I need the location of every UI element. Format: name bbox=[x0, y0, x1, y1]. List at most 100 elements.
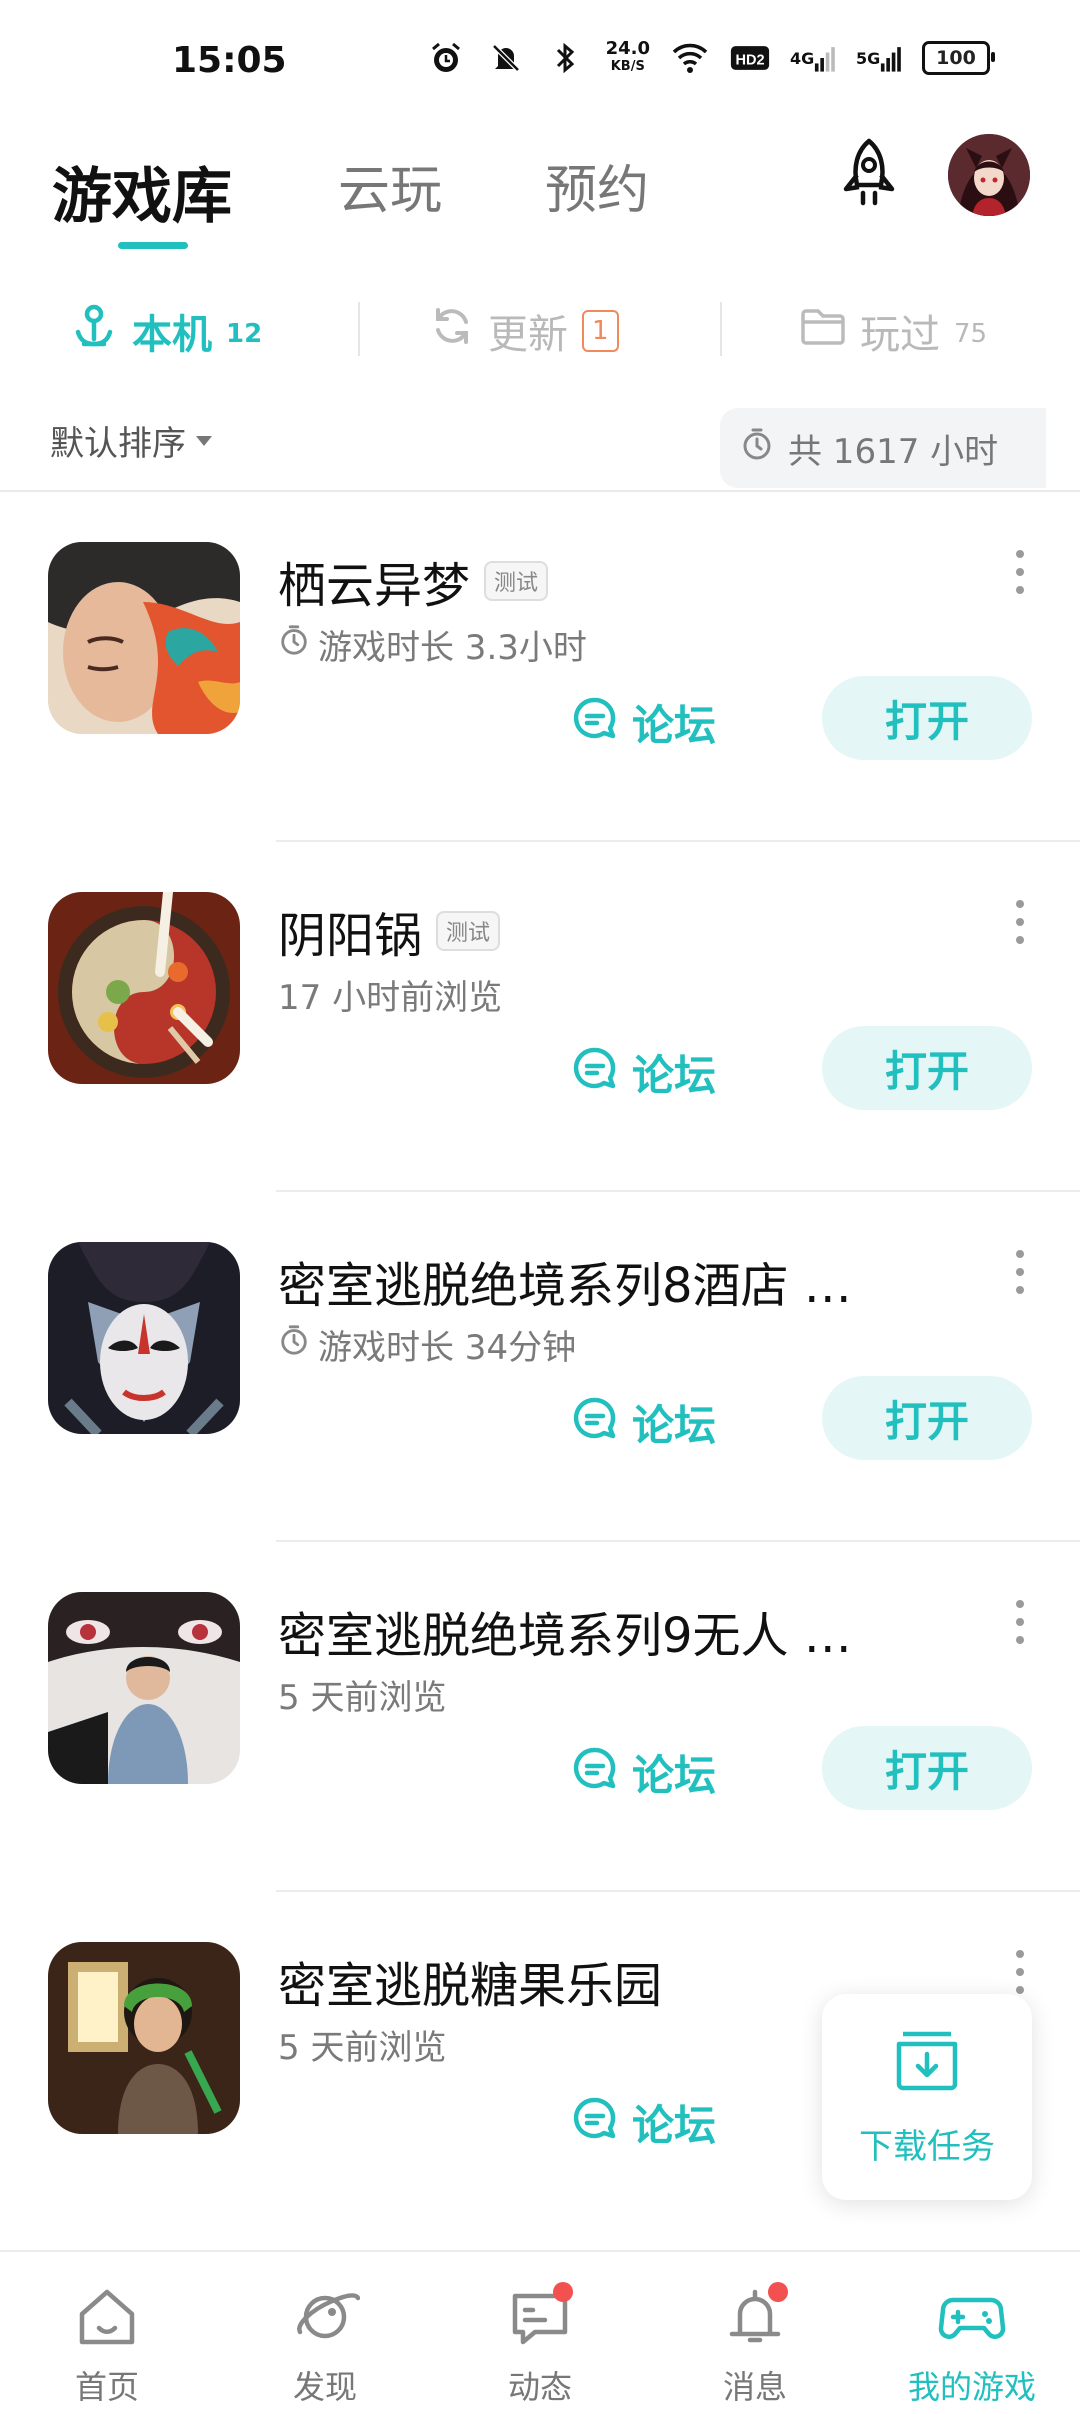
forum-button[interactable]: 论坛 bbox=[572, 1042, 716, 1103]
net2-label: 5G bbox=[856, 48, 881, 68]
tab-game-library[interactable]: 游戏库 bbox=[52, 148, 232, 235]
nav-home[interactable]: 首页 bbox=[7, 2282, 207, 2408]
game-list-item[interactable]: 栖云异梦 测试 游戏时长 3.3小时 论坛 打开 bbox=[0, 492, 1080, 842]
tab-cloud-play[interactable]: 云玩 bbox=[338, 148, 442, 223]
chat-icon bbox=[505, 2282, 575, 2352]
subtab-played-count: 75 bbox=[954, 319, 988, 349]
game-title-row: 密室逃脱绝境系列9无人 … bbox=[278, 1596, 852, 1666]
more-options-icon[interactable] bbox=[1014, 1950, 1026, 1994]
game-meta-text: 游戏时长 3.3小时 bbox=[318, 628, 587, 668]
nav-my-games-label: 我的游戏 bbox=[907, 2368, 1036, 2406]
nav-feed-label: 动态 bbox=[507, 2368, 572, 2406]
game-icon[interactable] bbox=[48, 1592, 240, 1784]
timer-icon bbox=[278, 1324, 310, 1365]
nav-discover[interactable]: 发现 bbox=[225, 2282, 425, 2408]
more-options-icon[interactable] bbox=[1014, 1250, 1026, 1294]
subtab-played[interactable]: 玩过 75 bbox=[800, 302, 987, 360]
game-title: 密室逃脱绝境系列9无人 … bbox=[278, 1608, 852, 1664]
subtab-played-label: 玩过 bbox=[860, 312, 940, 358]
alarm-icon bbox=[426, 38, 466, 78]
game-icon[interactable] bbox=[48, 1942, 240, 2134]
nav-my-games[interactable]: 我的游戏 bbox=[872, 2282, 1072, 2408]
caret-down-icon bbox=[196, 435, 212, 446]
total-playtime: 共 1617 小时 bbox=[720, 408, 1046, 488]
gamepad-icon bbox=[937, 2282, 1007, 2352]
battery-icon: 100 bbox=[922, 41, 995, 75]
open-button[interactable]: 打开 bbox=[822, 1376, 1032, 1460]
download-box-icon bbox=[893, 2026, 961, 2101]
forum-icon bbox=[572, 1045, 618, 1101]
game-title: 阴阳锅 bbox=[278, 908, 423, 964]
active-tab-indicator bbox=[118, 242, 188, 249]
subtab-divider bbox=[358, 302, 360, 356]
test-tag: 测试 bbox=[484, 561, 549, 601]
wifi-icon bbox=[670, 38, 710, 78]
game-meta: 17 小时前浏览 bbox=[278, 970, 502, 1019]
forum-button[interactable]: 论坛 bbox=[572, 692, 716, 753]
game-meta-text: 17 小时前浏览 bbox=[278, 978, 503, 1018]
subtab-update-label: 更新 bbox=[488, 312, 568, 358]
more-options-icon[interactable] bbox=[1014, 1600, 1026, 1644]
subtab-update[interactable]: 更新 1 bbox=[430, 302, 619, 360]
game-icon[interactable] bbox=[48, 1242, 240, 1434]
update-count-badge: 1 bbox=[582, 310, 619, 352]
signal-4g-icon: 4G bbox=[790, 38, 836, 78]
top-nav: 游戏库 云玩 预约 bbox=[0, 130, 1080, 250]
game-list-item[interactable]: 阴阳锅 测试 17 小时前浏览 论坛 打开 bbox=[0, 842, 1080, 1192]
rocket-icon[interactable] bbox=[830, 135, 908, 213]
game-title-row: 阴阳锅 测试 bbox=[278, 896, 501, 966]
user-avatar[interactable] bbox=[948, 134, 1030, 216]
game-meta: 5 天前浏览 bbox=[278, 2020, 446, 2069]
game-list-item[interactable]: 密室逃脱绝境系列9无人 … 5 天前浏览 论坛 打开 bbox=[0, 1542, 1080, 1892]
game-title-row: 密室逃脱糖果乐园 bbox=[278, 1946, 662, 2016]
test-tag: 测试 bbox=[436, 911, 501, 951]
forum-button[interactable]: 论坛 bbox=[572, 1392, 716, 1453]
nav-messages[interactable]: 消息 bbox=[655, 2282, 855, 2408]
planet-icon bbox=[290, 2282, 361, 2352]
game-meta: 5 天前浏览 bbox=[278, 1670, 446, 1719]
forum-label: 论坛 bbox=[632, 1051, 717, 1100]
bluetooth-icon bbox=[546, 38, 586, 78]
download-task-button[interactable]: 下载任务 bbox=[822, 1994, 1032, 2200]
bell-icon bbox=[720, 2282, 790, 2352]
forum-icon bbox=[572, 2095, 618, 2151]
notification-dot bbox=[553, 2282, 573, 2302]
forum-button[interactable]: 论坛 bbox=[572, 2092, 716, 2153]
more-options-icon[interactable] bbox=[1014, 550, 1026, 594]
sort-label: 默认排序 bbox=[50, 424, 186, 464]
home-icon bbox=[72, 2282, 142, 2352]
open-button[interactable]: 打开 bbox=[822, 676, 1032, 760]
open-button[interactable]: 打开 bbox=[822, 1726, 1032, 1810]
total-playtime-text: 共 1617 小时 bbox=[788, 431, 999, 472]
forum-button[interactable]: 论坛 bbox=[572, 1742, 716, 1803]
subtab-divider bbox=[720, 302, 722, 356]
status-time: 15:05 bbox=[172, 40, 287, 81]
game-title: 栖云异梦 bbox=[278, 558, 471, 614]
forum-label: 论坛 bbox=[632, 1751, 717, 1800]
subtab-local[interactable]: 本机 12 bbox=[70, 302, 262, 360]
subtab-local-count: 12 bbox=[226, 319, 263, 349]
nav-feed[interactable]: 动态 bbox=[440, 2282, 640, 2408]
more-options-icon[interactable] bbox=[1014, 900, 1026, 944]
nav-home-label: 首页 bbox=[74, 2368, 139, 2406]
sort-dropdown[interactable]: 默认排序 bbox=[50, 416, 212, 465]
forum-icon bbox=[572, 1745, 618, 1801]
game-title-row: 密室逃脱绝境系列8酒店 … bbox=[278, 1246, 852, 1316]
status-bar: 15:05 24.0 KB/S HD2 4G 5G 100 bbox=[0, 0, 1080, 110]
folder-icon bbox=[800, 306, 846, 356]
subtab-local-label: 本机 bbox=[132, 312, 212, 358]
game-list-item[interactable]: 密室逃脱绝境系列8酒店 … 游戏时长 34分钟 论坛 打开 bbox=[0, 1192, 1080, 1542]
timer-icon bbox=[278, 624, 310, 665]
hd-icon: HD2 bbox=[730, 38, 770, 78]
game-title: 密室逃脱糖果乐园 bbox=[278, 1958, 663, 2014]
mute-bell-icon bbox=[486, 38, 526, 78]
refresh-icon bbox=[430, 304, 474, 358]
game-title: 密室逃脱绝境系列8酒店 … bbox=[278, 1258, 852, 1314]
game-icon[interactable] bbox=[48, 892, 240, 1084]
game-icon[interactable] bbox=[48, 542, 240, 734]
tab-reservation[interactable]: 预约 bbox=[545, 148, 649, 223]
speed-unit: KB/S bbox=[610, 59, 645, 74]
game-meta: 游戏时长 34分钟 bbox=[278, 1320, 576, 1369]
open-button[interactable]: 打开 bbox=[822, 1026, 1032, 1110]
forum-label: 论坛 bbox=[632, 1401, 717, 1450]
